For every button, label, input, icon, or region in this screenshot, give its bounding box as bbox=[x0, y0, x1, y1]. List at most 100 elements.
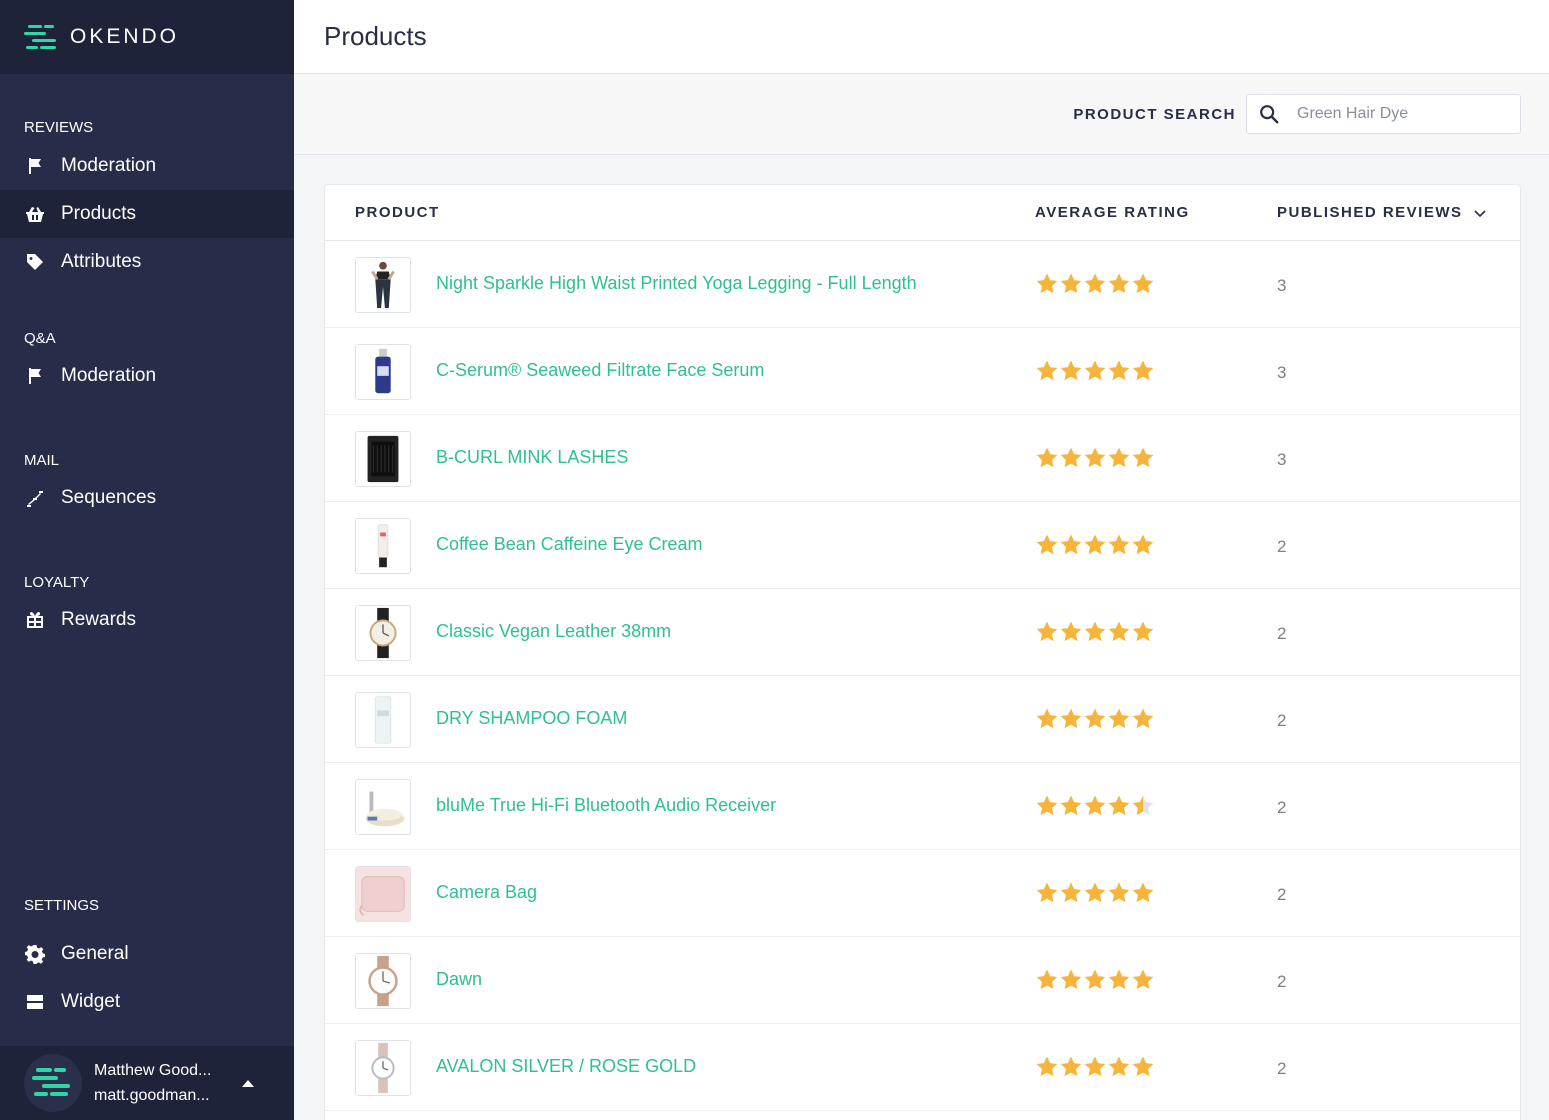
table-row: Coffee Bean Caffeine Eye Cream 2 bbox=[325, 502, 1520, 589]
search-icon bbox=[1247, 103, 1291, 125]
product-thumbnail[interactable] bbox=[355, 344, 411, 400]
star-icon bbox=[1132, 273, 1154, 294]
star-icon bbox=[1132, 882, 1154, 903]
product-link[interactable]: B-CURL MINK LASHES bbox=[436, 447, 628, 468]
product-link[interactable]: bluMe True Hi-Fi Bluetooth Audio Receive… bbox=[436, 795, 776, 816]
product-thumbnail[interactable] bbox=[355, 1040, 411, 1096]
product-link[interactable]: Classic Vegan Leather 38mm bbox=[436, 621, 671, 642]
star-icon bbox=[1036, 273, 1058, 294]
sidebar-item-label: Attributes bbox=[61, 251, 142, 272]
star-icon bbox=[1108, 621, 1130, 642]
product-thumbnail[interactable] bbox=[355, 866, 411, 922]
flag-icon bbox=[24, 155, 46, 177]
table-row: Camera Bag 2 bbox=[325, 850, 1520, 937]
sidebar: OKENDO REVIEWS Moderation Products Attri… bbox=[0, 0, 294, 1120]
review-count: 2 bbox=[1277, 711, 1287, 730]
star-icon bbox=[1060, 273, 1082, 294]
gear-icon bbox=[24, 943, 46, 965]
star-icon bbox=[1084, 1056, 1106, 1077]
sidebar-item-rewards[interactable]: Rewards bbox=[0, 596, 294, 644]
table-row: B-CURL MINK LASHES 3 bbox=[325, 415, 1520, 502]
nav-heading-qa: Q&A bbox=[24, 330, 56, 347]
column-header-reviews[interactable]: PUBLISHED REVIEWS bbox=[1277, 204, 1487, 221]
chevron-down-icon bbox=[1473, 209, 1486, 217]
product-thumbnail[interactable] bbox=[355, 518, 411, 574]
star-icon bbox=[1036, 534, 1058, 555]
star-icon bbox=[1060, 447, 1082, 468]
search-label: PRODUCT SEARCH bbox=[1073, 106, 1236, 123]
star-icon bbox=[1132, 1056, 1154, 1077]
star-icon bbox=[1108, 447, 1130, 468]
sidebar-item-label: Widget bbox=[61, 991, 121, 1012]
star-icon bbox=[1060, 1056, 1082, 1077]
star-icon bbox=[1036, 621, 1058, 642]
sidebar-item-qa-moderation[interactable]: Moderation bbox=[0, 352, 294, 400]
rating-stars bbox=[1035, 272, 1155, 296]
column-header-reviews-label: PUBLISHED REVIEWS bbox=[1277, 204, 1463, 221]
review-count: 3 bbox=[1277, 276, 1287, 295]
sidebar-item-label: Products bbox=[61, 203, 136, 224]
star-icon bbox=[1084, 795, 1106, 816]
star-icon bbox=[1084, 447, 1106, 468]
table-row: DRY SHAMPOO FOAM 2 bbox=[325, 676, 1520, 763]
basket-icon bbox=[24, 203, 46, 225]
product-thumbnail[interactable] bbox=[355, 257, 411, 313]
user-menu[interactable]: Matthew Good... matt.goodman... bbox=[0, 1046, 294, 1120]
sidebar-item-label: Moderation bbox=[61, 155, 157, 176]
tag-icon bbox=[24, 251, 46, 273]
star-icon bbox=[1084, 534, 1106, 555]
sidebar-item-general[interactable]: General bbox=[0, 930, 294, 978]
star-icon bbox=[1084, 273, 1106, 294]
column-header-rating: AVERAGE RATING bbox=[1035, 204, 1190, 221]
star-icon bbox=[1036, 708, 1058, 729]
star-icon bbox=[1108, 360, 1130, 381]
rating-stars bbox=[1035, 794, 1155, 818]
star-icon bbox=[1084, 882, 1106, 903]
product-link[interactable]: Night Sparkle High Waist Printed Yoga Le… bbox=[436, 273, 917, 294]
sidebar-item-reviews-moderation[interactable]: Moderation bbox=[0, 142, 294, 190]
star-icon bbox=[1036, 969, 1058, 990]
sidebar-item-sequences[interactable]: Sequences bbox=[0, 474, 294, 522]
page-header: Products bbox=[294, 0, 1549, 74]
table-row: Dawn 2 bbox=[325, 937, 1520, 1024]
star-icon bbox=[1084, 969, 1106, 990]
star-icon bbox=[1108, 273, 1130, 294]
star-icon bbox=[1108, 795, 1130, 816]
table-row: bluMe True Hi-Fi Bluetooth Audio Receive… bbox=[325, 763, 1520, 850]
user-name: Matthew Good... bbox=[94, 1062, 212, 1079]
review-count: 2 bbox=[1277, 624, 1287, 643]
product-link[interactable]: DRY SHAMPOO FOAM bbox=[436, 708, 627, 729]
search-box[interactable] bbox=[1246, 94, 1521, 134]
brand[interactable]: OKENDO bbox=[0, 0, 294, 74]
caret-up-icon[interactable] bbox=[242, 1079, 254, 1087]
product-link[interactable]: C-Serum® Seaweed Filtrate Face Serum bbox=[436, 360, 764, 381]
star-icon bbox=[1108, 882, 1130, 903]
sidebar-item-label: General bbox=[61, 943, 129, 964]
product-thumbnail[interactable] bbox=[355, 953, 411, 1009]
product-link[interactable]: Camera Bag bbox=[436, 882, 537, 903]
product-link[interactable]: Dawn bbox=[436, 969, 482, 990]
column-header-product: PRODUCT bbox=[355, 204, 440, 221]
sidebar-item-products[interactable]: Products bbox=[0, 190, 294, 238]
rating-stars bbox=[1035, 533, 1155, 557]
table-row: Classic Vegan Leather 38mm 2 bbox=[325, 589, 1520, 676]
product-thumbnail[interactable] bbox=[355, 605, 411, 661]
product-thumbnail[interactable] bbox=[355, 431, 411, 487]
search-input[interactable] bbox=[1291, 105, 1501, 123]
review-count: 3 bbox=[1277, 363, 1287, 382]
rating-stars bbox=[1035, 968, 1155, 992]
product-link[interactable]: AVALON SILVER / ROSE GOLD bbox=[436, 1056, 696, 1077]
nav-heading-mail: MAIL bbox=[24, 452, 60, 469]
product-thumbnail[interactable] bbox=[355, 692, 411, 748]
sidebar-item-attributes[interactable]: Attributes bbox=[0, 238, 294, 286]
star-icon bbox=[1108, 969, 1130, 990]
page-title: Products bbox=[324, 21, 427, 51]
product-thumbnail[interactable] bbox=[355, 779, 411, 835]
nav-heading-reviews: REVIEWS bbox=[24, 119, 94, 136]
product-link[interactable]: Coffee Bean Caffeine Eye Cream bbox=[436, 534, 703, 555]
okendo-logo-icon bbox=[24, 23, 60, 51]
star-icon bbox=[1108, 708, 1130, 729]
star-icon bbox=[1084, 621, 1106, 642]
sidebar-item-widget[interactable]: Widget bbox=[0, 978, 294, 1026]
rating-stars bbox=[1035, 1055, 1155, 1079]
